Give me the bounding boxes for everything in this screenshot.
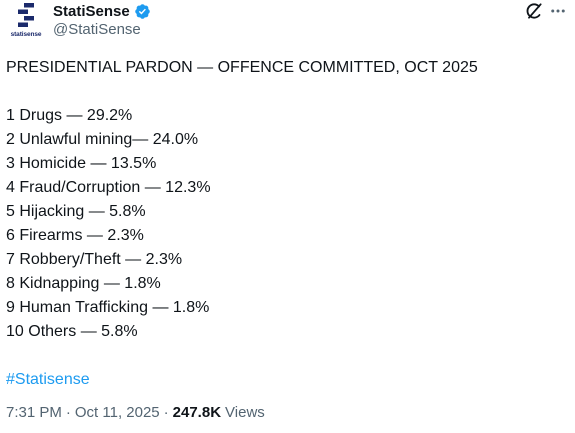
list-item: 4 Fraud/Corruption — 12.3% [6,179,211,196]
separator: · [65,404,71,421]
list-item: 2 Unlawful mining— 24.0% [6,131,199,148]
display-name[interactable]: StatiSense [53,3,130,20]
separator: · [163,404,169,421]
verified-badge-icon[interactable] [134,3,151,20]
handle[interactable]: @StatiSense [53,21,141,38]
post-meta: 7:31 PM · Oct 11, 2025 · 247.8K Views [6,404,265,421]
list-item: 9 Human Trafficking — 1.8% [6,299,210,316]
list-item: 6 Firearms — 2.3% [6,227,144,244]
statisense-logo-icon [18,3,34,27]
tweet: statisense StatiSense @StatiSense PRESID… [0,0,575,433]
hashtag-link[interactable]: #Statisense [6,371,90,388]
list-item: 3 Homicide — 13.5% [6,155,157,172]
grok-icon [526,3,542,19]
list-item: 7 Robbery/Theft — 2.3% [6,251,183,268]
avatar-label: statisense [10,31,42,38]
post-title: PRESIDENTIAL PARDON — OFFENCE COMMITTED,… [6,59,478,76]
views-label: Views [225,404,265,421]
list-item: 10 Others — 5.8% [6,323,138,340]
list-item: 8 Kidnapping — 1.8% [6,275,161,292]
grok-button[interactable] [523,0,545,22]
avatar[interactable]: statisense [6,2,46,42]
views-count: 247.8K [172,404,222,421]
post-time[interactable]: 7:31 PM [6,404,62,421]
post-date[interactable]: Oct 11, 2025 [75,404,160,421]
offence-list: 1 Drugs — 29.2% 2 Unlawful mining— 24.0%… [6,104,566,344]
list-item: 5 Hijacking — 5.8% [6,203,146,220]
tweet-text: PRESIDENTIAL PARDON — OFFENCE COMMITTED,… [6,56,566,392]
name-row: StatiSense [53,1,151,21]
list-item: 1 Drugs — 29.2% [6,107,133,124]
more-button[interactable] [547,0,569,22]
more-icon [551,9,565,13]
